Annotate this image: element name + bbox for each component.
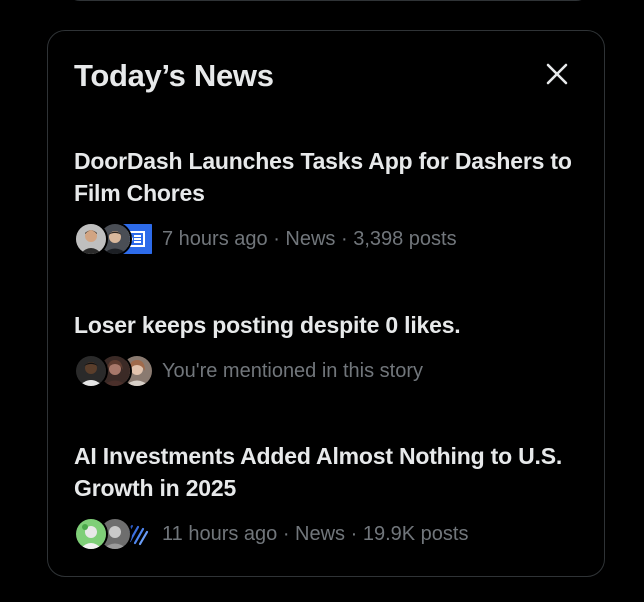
avatar xyxy=(74,517,108,551)
close-icon xyxy=(546,63,568,85)
story-meta: You're mentioned in this story xyxy=(162,360,424,382)
close-button[interactable] xyxy=(544,61,570,87)
previous-card-edge xyxy=(64,0,592,1)
avatar-group xyxy=(74,221,154,257)
avatar xyxy=(74,222,108,256)
news-story[interactable]: Loser keeps posting despite 0 likes. You… xyxy=(74,309,584,389)
avatar-group xyxy=(74,353,154,389)
todays-news-card: Today’s News DoorDash Launches Tasks App… xyxy=(47,30,605,577)
avatar xyxy=(74,354,108,388)
avatar-group xyxy=(74,516,154,552)
story-meta-row: You're mentioned in this story xyxy=(74,353,584,389)
story-headline[interactable]: Loser keeps posting despite 0 likes. xyxy=(74,309,584,341)
card-title: Today’s News xyxy=(74,58,274,93)
person-icon xyxy=(76,519,106,549)
person-icon xyxy=(76,356,106,386)
story-meta-row: 11 hours ago · News · 19.9K posts xyxy=(74,516,584,552)
story-headline[interactable]: AI Investments Added Almost Nothing to U… xyxy=(74,440,584,504)
news-story[interactable]: AI Investments Added Almost Nothing to U… xyxy=(74,440,584,552)
story-meta: 11 hours ago · News · 19.9K posts xyxy=(162,523,469,545)
story-headline[interactable]: DoorDash Launches Tasks App for Dashers … xyxy=(74,145,584,209)
news-story[interactable]: DoorDash Launches Tasks App for Dashers … xyxy=(74,145,584,257)
person-icon xyxy=(76,224,106,254)
story-meta: 7 hours ago · News · 3,398 posts xyxy=(162,228,457,250)
story-meta-row: 7 hours ago · News · 3,398 posts xyxy=(74,221,584,257)
